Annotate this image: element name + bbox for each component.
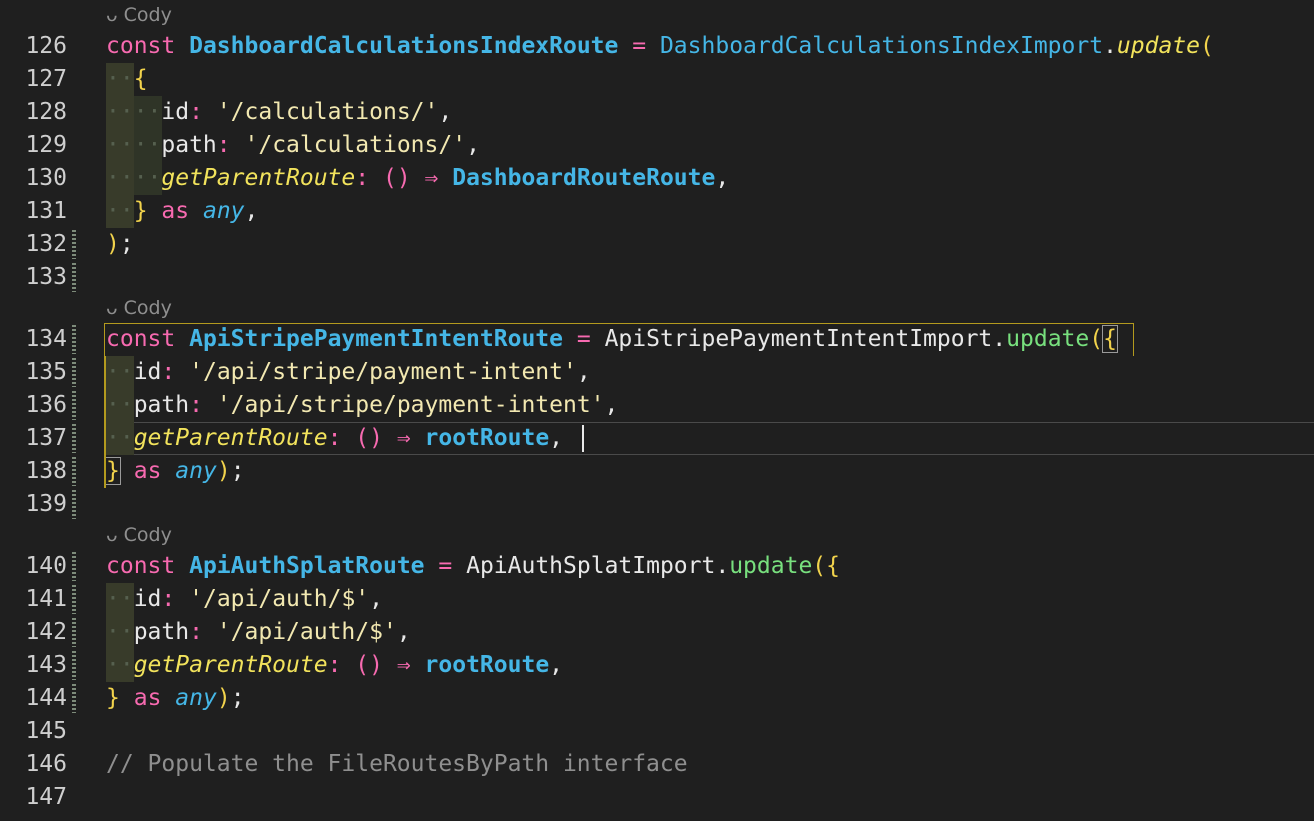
text-cursor: [582, 425, 584, 452]
code-line[interactable]: 130 ····getParentRoute: () ⇒ DashboardRo…: [0, 162, 1314, 195]
code-line[interactable]: 131 ··} as any,: [0, 195, 1314, 228]
line-content: const ApiAuthSplatRoute = ApiAuthSplatIm…: [106, 553, 840, 579]
git-change-bar[interactable]: [72, 457, 76, 486]
line-number: 146: [25, 751, 67, 777]
code-line[interactable]: 133: [0, 261, 1314, 294]
cody-icon: ᴗ: [106, 297, 118, 319]
line-content: ····id: '/calculations/',: [106, 99, 453, 125]
cody-icon: ᴗ: [106, 4, 118, 26]
code-line[interactable]: 146 // Populate the FileRoutesByPath int…: [0, 748, 1314, 781]
line-content: ··} as any,: [106, 198, 259, 224]
line-content: );: [106, 231, 134, 257]
line-number: 137: [25, 425, 67, 451]
line-content: // Populate the FileRoutesByPath interfa…: [106, 748, 688, 781]
line-number: 143: [25, 652, 67, 678]
line-number: 147: [25, 784, 67, 810]
code-line[interactable]: 135 ··id: '/api/stripe/payment-intent',: [0, 356, 1314, 389]
line-content: const DashboardCalculationsIndexRoute = …: [106, 33, 1214, 59]
code-line[interactable]: 144 } as any);: [0, 682, 1314, 715]
line-number: 140: [25, 553, 67, 579]
line-number: 135: [25, 359, 67, 385]
cody-icon: ᴗ: [106, 524, 118, 546]
code-line[interactable]: 138 } as any);: [0, 455, 1314, 488]
line-number: 126: [25, 33, 67, 59]
git-change-bar[interactable]: [72, 230, 76, 259]
cody-lens-label: Cody: [123, 4, 172, 26]
line-content: ····path: '/calculations/',: [106, 132, 480, 158]
code-line[interactable]: 142 ··path: '/api/auth/$',: [0, 616, 1314, 649]
line-content: ··getParentRoute: () ⇒ rootRoute,: [106, 425, 564, 451]
cody-code-lens[interactable]: ᴗ Cody: [106, 522, 172, 548]
code-line[interactable]: 143 ··getParentRoute: () ⇒ rootRoute,: [0, 649, 1314, 682]
git-change-bar[interactable]: [72, 684, 76, 713]
code-line[interactable]: 129 ····path: '/calculations/',: [0, 129, 1314, 162]
cody-code-lens[interactable]: ᴗ Cody: [106, 2, 172, 28]
line-content: } as any);: [105, 457, 245, 485]
code-comment: // Populate the FileRoutesByPath interfa…: [106, 751, 688, 777]
git-change-bar[interactable]: [72, 651, 76, 680]
line-number: 130: [25, 165, 67, 191]
line-number: 132: [25, 231, 67, 257]
line-content: const ApiStripePaymentIntentRoute = ApiS…: [106, 325, 1118, 353]
line-content: } as any);: [106, 685, 245, 711]
line-number: 138: [25, 458, 67, 484]
code-line[interactable]: 134 const ApiStripePaymentIntentRoute = …: [0, 323, 1314, 356]
code-line[interactable]: 147: [0, 781, 1314, 814]
line-content: ··id: '/api/auth/$',: [106, 586, 383, 612]
line-number: 145: [25, 718, 67, 744]
code-line[interactable]: 127 ··{: [0, 63, 1314, 96]
git-change-bar[interactable]: [72, 325, 76, 354]
line-number: 128: [25, 99, 67, 125]
cody-lens-label: Cody: [123, 297, 172, 319]
line-content: ····getParentRoute: () ⇒ DashboardRouteR…: [106, 165, 730, 191]
line-number: 134: [25, 326, 67, 352]
code-line-current[interactable]: 137 ··getParentRoute: () ⇒ rootRoute,: [0, 422, 1314, 455]
git-change-bar[interactable]: [72, 358, 76, 387]
git-change-bar[interactable]: [72, 585, 76, 614]
line-number: 139: [25, 491, 67, 517]
line-content: ··{: [106, 66, 148, 92]
git-change-bar[interactable]: [72, 490, 76, 519]
code-line[interactable]: 132 );: [0, 228, 1314, 261]
git-change-bar[interactable]: [72, 424, 76, 453]
cody-lens-label: Cody: [123, 524, 172, 546]
line-content: ··path: '/api/auth/$',: [106, 619, 411, 645]
code-line[interactable]: 145: [0, 715, 1314, 748]
code-line[interactable]: 140 const ApiAuthSplatRoute = ApiAuthSpl…: [0, 550, 1314, 583]
git-change-bar[interactable]: [72, 552, 76, 581]
line-content: ··getParentRoute: () ⇒ rootRoute,: [106, 652, 564, 678]
git-change-bar[interactable]: [72, 263, 76, 292]
line-content: ··id: '/api/stripe/payment-intent',: [106, 359, 591, 385]
line-number: 142: [25, 619, 67, 645]
code-line[interactable]: 126 const DashboardCalculationsIndexRout…: [0, 30, 1314, 63]
code-line[interactable]: 128 ····id: '/calculations/',: [0, 96, 1314, 129]
line-number: 127: [25, 66, 67, 92]
line-content: ··path: '/api/stripe/payment-intent',: [106, 392, 619, 418]
code-editor[interactable]: ᴗ Cody 126 const DashboardCalculationsInd…: [0, 0, 1314, 821]
line-number: 133: [25, 264, 67, 290]
code-line[interactable]: 139: [0, 488, 1314, 521]
line-number: 129: [25, 132, 67, 158]
git-change-bar[interactable]: [72, 391, 76, 420]
line-number: 141: [25, 586, 67, 612]
line-number: 131: [25, 198, 67, 224]
code-line[interactable]: 136 ··path: '/api/stripe/payment-intent'…: [0, 389, 1314, 422]
line-number: 136: [25, 392, 67, 418]
line-number: 144: [25, 685, 67, 711]
code-line[interactable]: 141 ··id: '/api/auth/$',: [0, 583, 1314, 616]
cody-code-lens[interactable]: ᴗ Cody: [106, 295, 172, 321]
git-change-bar[interactable]: [72, 618, 76, 647]
